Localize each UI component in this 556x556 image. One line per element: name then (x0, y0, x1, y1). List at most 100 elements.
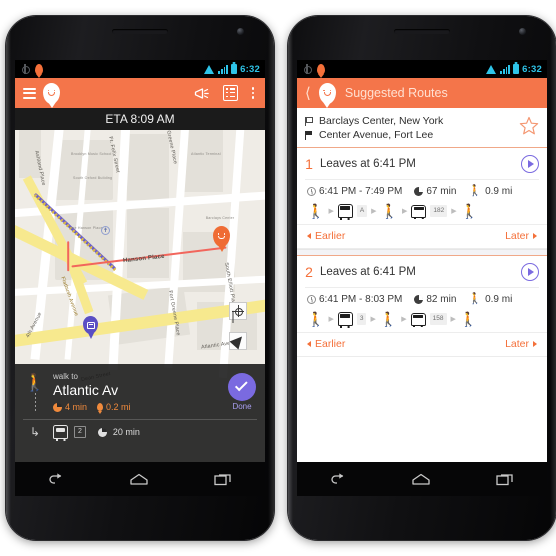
pedestrian-icon: 🚶 (307, 311, 325, 327)
android-back-icon[interactable] (47, 472, 64, 486)
route-separator (297, 249, 547, 256)
line-badge: 182 (430, 205, 448, 217)
route-legs: 🚶 ▶ 3 ▶ 🚶 ▶ 158 ▶ 🚶 (297, 309, 547, 332)
route-card[interactable]: 2 Leaves at 6:41 PM 6:41 PM - 8:03 PM 82… (297, 256, 547, 357)
route-duration: 82 min (414, 294, 456, 305)
trip-endpoints[interactable]: Barclays Center, New York Center Avenue,… (297, 108, 547, 148)
status-bar-right: 6:32 (297, 60, 547, 78)
battery-icon (513, 64, 520, 74)
smiley-face-icon (323, 89, 332, 96)
turn-arrow-icon: ↳ (29, 425, 41, 439)
route-duration: 67 min (414, 186, 456, 197)
location-pin-icon (35, 63, 43, 75)
later-button[interactable]: Later (505, 338, 537, 350)
origin-label: Barclays Center, New York (319, 115, 444, 127)
origin-row[interactable]: Barclays Center, New York (305, 114, 519, 128)
cell-signal-icon (500, 64, 511, 74)
front-camera (237, 28, 244, 35)
android-home-icon[interactable] (411, 473, 431, 486)
pedestrian-icon: 🚶 (459, 311, 478, 327)
pedestrian-icon: 🚶 (468, 185, 483, 197)
route-number: 2 (305, 264, 313, 280)
map-canvas[interactable]: Ashland Place Ft. Felix Street Greene Pl… (15, 130, 265, 462)
current-step-card[interactable]: 🚶 walk to Atlantic Av 4 min 0.2 mi Done … (15, 364, 265, 462)
train-icon (337, 312, 353, 328)
star-outline-icon[interactable] (519, 116, 539, 136)
leg-separator-icon: ▶ (401, 316, 407, 323)
route-departure-label: Leaves at 6:41 PM (320, 158, 416, 170)
leg-separator-icon: ▶ (370, 316, 376, 323)
flag-filled-icon (305, 130, 313, 140)
pin-icon (97, 403, 104, 411)
route-walk-distance: 🚶 0.9 mi (468, 293, 513, 306)
pedestrian-icon: 🚶 (380, 203, 398, 219)
hamburger-menu-icon[interactable] (23, 87, 36, 99)
screen-right: 6:32 ⟨ Suggested Routes Barclays Center,… (297, 60, 547, 462)
chevron-left-icon (307, 341, 311, 347)
megaphone-icon[interactable] (194, 87, 210, 100)
pedestrian-icon: 🚶 (468, 293, 483, 305)
android-nav-bar-left (15, 462, 265, 496)
battery-icon (231, 64, 238, 74)
phone-device-left: 6:32 ETA 8:09 AM Ashland Place Ft. Felix… (6, 16, 274, 540)
routes-list: Barclays Center, New York Center Avenue,… (297, 108, 547, 462)
map-poi-label: One Hanson Place (69, 226, 103, 230)
list-view-icon[interactable] (223, 85, 238, 101)
done-button[interactable]: Done (228, 373, 256, 411)
play-route-icon[interactable] (521, 263, 539, 281)
eta-banner: ETA 8:09 AM (15, 108, 265, 130)
screenshot-stage: 6:32 ETA 8:09 AM Ashland Place Ft. Felix… (0, 0, 556, 556)
map-poi-label: Barclays Center (205, 216, 235, 220)
line-badge: 3 (356, 313, 367, 325)
app-bar-left (15, 78, 265, 108)
earpiece-speaker (112, 29, 168, 34)
front-camera (519, 28, 526, 35)
church-poi-icon: ✝ (101, 226, 110, 235)
earpiece-speaker (394, 29, 450, 34)
pedestrian-icon: 🚶 (24, 373, 46, 392)
android-recents-icon[interactable] (213, 472, 233, 486)
recenter-crosshair-icon[interactable] (229, 302, 247, 320)
phone-device-right: 6:32 ⟨ Suggested Routes Barclays Center,… (288, 16, 556, 540)
step-title: Atlantic Av (53, 382, 119, 398)
clock-outline-icon (307, 187, 316, 196)
eta-label: ETA 8:09 AM (105, 112, 175, 126)
pedestrian-icon: 🚶 (379, 311, 398, 327)
android-recents-icon[interactable] (495, 472, 515, 486)
route-time-range: 6:41 PM - 7:49 PM (307, 186, 402, 197)
play-route-icon[interactable] (521, 155, 539, 173)
destination-label: Center Avenue, Fort Lee (319, 129, 434, 141)
clock-pie-icon (53, 402, 62, 412)
earlier-button[interactable]: Earlier (307, 338, 345, 350)
route-card[interactable]: 1 Leaves at 6:41 PM 6:41 PM - 7:49 PM 67… (297, 148, 547, 249)
leg-separator-icon: ▶ (450, 316, 456, 323)
status-clock: 6:32 (522, 63, 542, 75)
clock-pie-icon (414, 295, 424, 304)
wifi-icon (486, 64, 497, 74)
train-icon (53, 425, 68, 441)
android-nav-bar-right (297, 462, 547, 496)
earlier-button[interactable]: Earlier (307, 230, 345, 242)
later-button[interactable]: Later (505, 230, 537, 242)
screen-left: 6:32 ETA 8:09 AM Ashland Place Ft. Felix… (15, 60, 265, 462)
gps-icon (302, 64, 312, 74)
flag-outline-icon (305, 116, 314, 126)
clock-pie-icon (414, 187, 424, 196)
back-chevron-icon[interactable]: ⟨ (305, 86, 311, 101)
chevron-right-icon (533, 341, 537, 347)
smiley-pin-logo (318, 82, 336, 104)
wifi-icon (204, 64, 215, 74)
step-duration: 4 min (53, 402, 87, 412)
chevron-left-icon (307, 233, 311, 239)
navigation-arrow-icon[interactable] (229, 332, 247, 350)
line-badge: A (356, 205, 368, 217)
next-step-row[interactable]: ↳ 2 20 min (15, 420, 265, 441)
clock-outline-icon (307, 295, 316, 304)
smiley-pin-logo (43, 82, 60, 104)
overflow-menu-icon[interactable] (251, 86, 255, 100)
map-poi-label: Atlantic Terminal (191, 152, 221, 156)
destination-row[interactable]: Center Avenue, Fort Lee (305, 128, 519, 142)
android-back-icon[interactable] (329, 472, 346, 486)
gps-icon (20, 64, 30, 74)
android-home-icon[interactable] (129, 473, 149, 486)
